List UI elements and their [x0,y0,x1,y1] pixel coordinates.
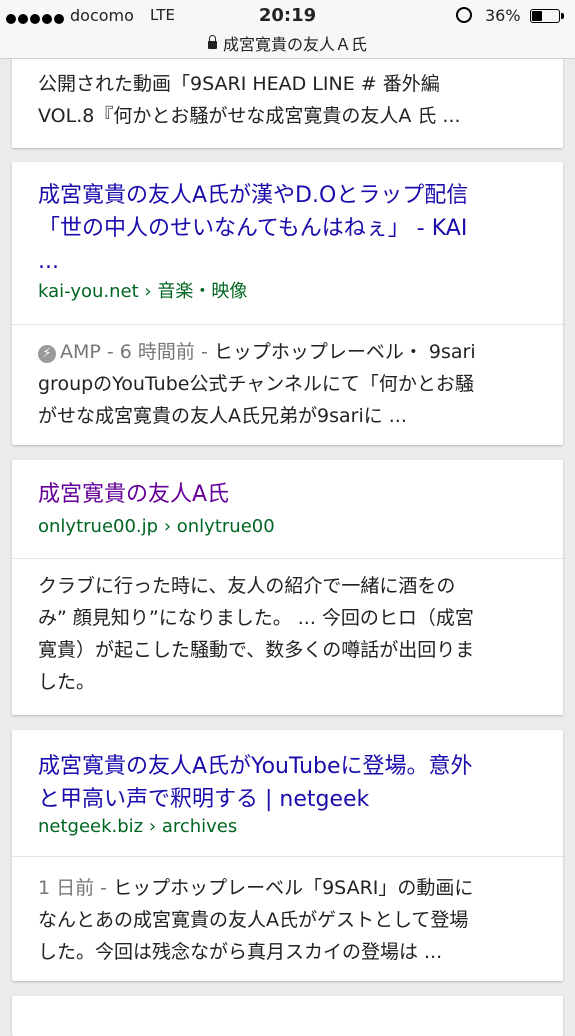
result-card: 成宮寛貴の友人A氏が漢やD.Oとラップ配信 「世の中人のせいなんてもんはねぇ」 … [12,162,563,445]
result-time: 6 時間前 [119,341,195,363]
page-title: 成宮寛貴の友人Ａ氏 [222,35,367,54]
title-line: 成宮寛貴の友人A氏がYouTubeに登場。意外 [38,754,473,779]
snippet-line: した。今回は残念ながら真月スカイの登場は ... [38,941,443,963]
title-line: 「世の中人のせいなんてもんはねぇ」 - KAI [38,216,468,241]
snippet-line: groupのYouTube公式チャンネルにて「何かとお騒 [38,373,474,395]
result-title-link[interactable]: 成宮寛貴の友人A氏がYouTubeに登場。意外 と甲高い声で釈明する | net… [38,750,543,816]
url-domain: netgeek.biz [38,816,144,837]
snippet-line: クラブに行った時に、友人の紹介で一緒に酒をの [38,575,456,597]
snippet-line: み” 顔見知り”になりました。 ... 今回のヒロ（成宮 [38,607,474,629]
result-time: 1 日前 [38,877,95,899]
snippet-line: した。 [38,671,96,693]
snippet-text: ヒップホップレーベル「9SARI」の動画に [113,877,474,899]
divider [12,856,563,857]
result-title-link[interactable]: 成宮寛貴の友人A氏 [38,478,543,511]
title-line: 成宮寛貴の友人A氏 [38,482,230,507]
battery-percent: 36% [485,6,521,25]
divider [12,558,563,559]
url-path: archives [161,816,238,837]
breadcrumb-separator: › [144,281,152,302]
breadcrumb-separator: › [148,816,157,837]
url-domain: onlytrue00.jp [38,516,159,537]
snippet-line: 1 日前 - ヒップホップレーベル「9SARI」の動画に [38,872,541,904]
snippet-line: VOL.8『何かとお騒がせな成宮寛貴の友人A 氏 ... [38,105,461,127]
divider [12,324,563,325]
snippet-line: 寛貴）が起こした騒動で、数多くの噂話が出回りま [38,639,475,661]
result-meta: ⚡ AMP - 6 時間前 - [38,341,214,363]
result-card: 成宮寛貴の友人A氏 onlytrue00.jp › onlytrue00 クラブ… [12,460,563,715]
breadcrumb-separator: › [163,516,172,537]
title-line: 成宮寛貴の友人A氏が漢やD.Oとラップ配信 [38,183,469,208]
snippet-line: なんとあの成宮寛貴の友人A氏がゲストとして登場 [38,909,469,931]
rotation-lock-icon [456,7,472,23]
amp-label: AMP [60,341,101,363]
result-url[interactable]: netgeek.biz › archives [38,816,237,837]
amp-bolt-icon: ⚡ [38,345,56,363]
url-path: 音楽・映像 [157,281,248,302]
title-line: と甲高い声で釈明する | netgeek [38,787,370,812]
result-card: 成宮寛貴の友人A氏がYouTubeに登場。意外 と甲高い声で釈明する | net… [12,730,563,981]
address-bar[interactable]: 成宮寛貴の友人Ａ氏 [0,31,575,55]
snippet-text: ヒップホップレーベル・ 9sari [213,341,476,363]
result-snippet: 公開された動画「9SARI HEAD LINE # 番外編 VOL.8『何かとお… [38,68,541,132]
result-card [12,996,563,1036]
battery-icon [530,9,564,23]
result-snippet: 1 日前 - ヒップホップレーベル「9SARI」の動画に なんとあの成宮寛貴の友… [38,872,541,968]
meta-dash: - [94,877,114,899]
lock-icon [207,35,217,49]
meta-dash: - [100,341,120,363]
snippet-line: ⚡ AMP - 6 時間前 - ヒップホップレーベル・ 9sari [38,336,541,368]
result-meta: 1 日前 - [38,877,113,899]
snippet-line: がせな成宮寛貴の友人A氏兄弟が9sariに ... [38,405,407,427]
result-snippet: ⚡ AMP - 6 時間前 - ヒップホップレーベル・ 9sari groupのY… [38,336,541,432]
result-url[interactable]: kai-you.net › 音楽・映像 [38,277,247,303]
meta-dash: - [194,341,214,363]
result-url[interactable]: onlytrue00.jp › onlytrue00 [38,516,275,537]
result-title-link[interactable]: 成宮寛貴の友人A氏が漢やD.Oとラップ配信 「世の中人のせいなんてもんはねぇ」 … [38,179,543,278]
url-domain: kai-you.net [38,281,139,302]
snippet-line: 公開された動画「9SARI HEAD LINE # 番外編 [38,73,440,95]
result-snippet: クラブに行った時に、友人の紹介で一緒に酒をの み” 顔見知り”になりました。 .… [38,570,541,698]
status-bar: docomo LTE 20:19 36% 成宮寛貴の友人Ａ氏 [0,0,575,59]
url-path: onlytrue00 [176,516,275,537]
title-line: ... [38,249,59,274]
